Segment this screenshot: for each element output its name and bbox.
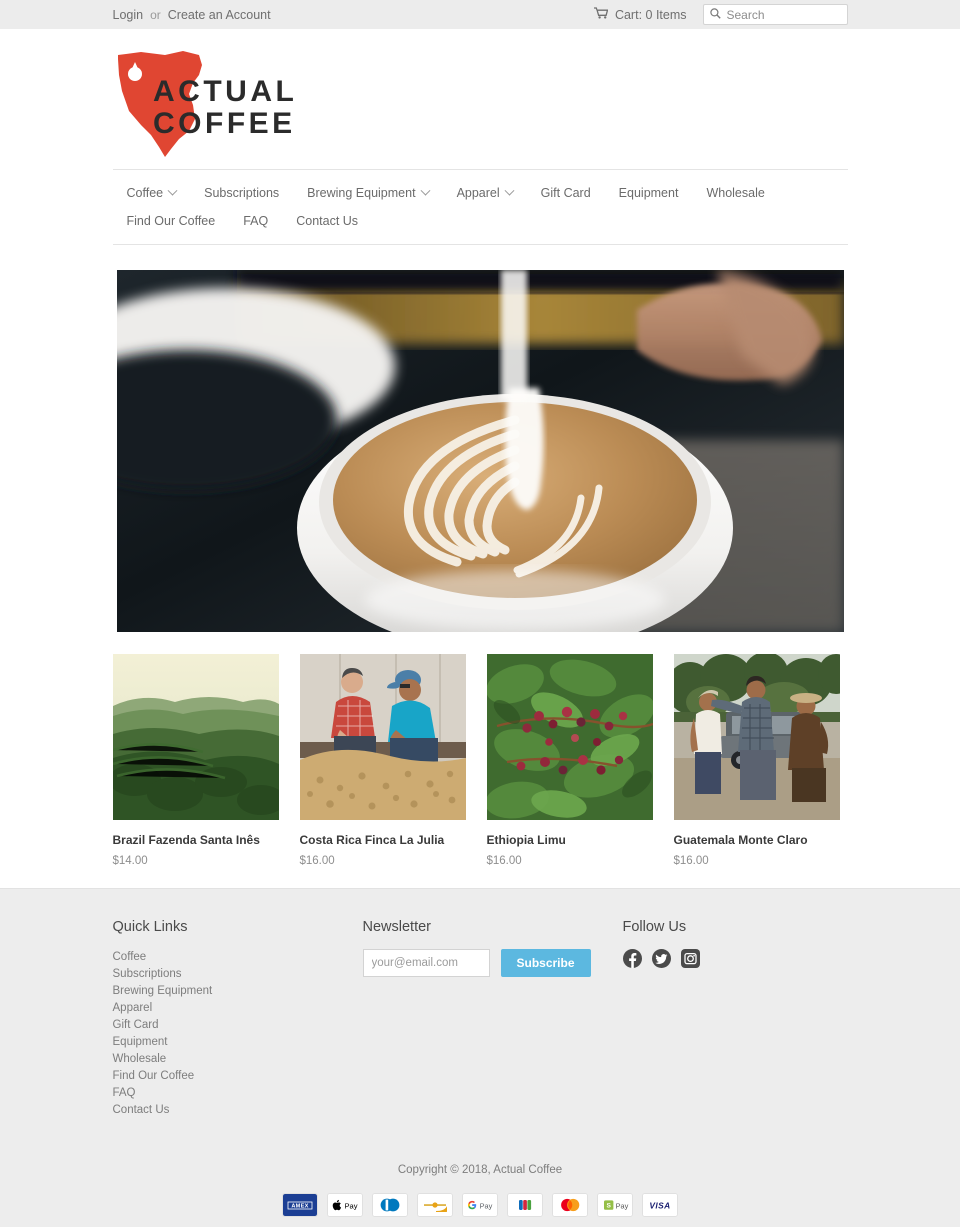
newsletter-email-input[interactable] — [362, 948, 490, 977]
nav-item-contact-us[interactable]: Contact Us — [282, 207, 372, 235]
nav-item-label: Coffee — [126, 186, 164, 200]
nav-item-label: Subscriptions — [204, 186, 280, 200]
svg-text:Pay: Pay — [480, 1201, 493, 1210]
mastercard-icon — [552, 1192, 588, 1217]
nav-item-label: Find Our Coffee — [126, 214, 216, 228]
product-grid: Brazil Fazenda Santa Inês $14.00 Costa R… — [112, 654, 848, 867]
utility-bar: Login or Create an Account Cart: 0 Items — [0, 0, 960, 29]
product-card[interactable]: Brazil Fazenda Santa Inês $14.00 — [112, 654, 279, 867]
ohio-outline-icon: ACTUAL COFFEE — [117, 51, 295, 157]
login-separator: or — [150, 7, 161, 22]
quick-link-item[interactable]: Apparel — [113, 1000, 363, 1017]
product-title: Costa Rica Finca La Julia — [299, 833, 445, 847]
logo-text-line1: ACTUAL — [153, 75, 295, 108]
shopping-cart-icon — [593, 7, 609, 22]
product-image[interactable] — [112, 654, 279, 820]
instagram-icon[interactable] — [680, 948, 700, 968]
login-link[interactable]: Login — [113, 8, 144, 22]
shop-pay-icon: S Pay — [597, 1192, 633, 1217]
product-price: $14.00 — [112, 854, 148, 867]
newsletter-column: Newsletter Subscribe — [362, 918, 623, 1119]
chevron-down-icon — [504, 185, 515, 196]
discover-icon — [417, 1192, 453, 1217]
svg-text:Pay: Pay — [344, 1201, 357, 1210]
product-price: $16.00 — [299, 854, 335, 867]
cart-link[interactable]: Cart: 0 Items — [593, 7, 687, 22]
quick-link-item[interactable]: Contact Us — [113, 1102, 363, 1119]
subscribe-button[interactable]: Subscribe — [500, 948, 591, 977]
quick-link-item[interactable]: Subscriptions — [113, 966, 363, 983]
apple-pay-icon: Pay — [327, 1192, 363, 1217]
google-pay-icon: Pay — [462, 1192, 498, 1217]
create-account-link[interactable]: Create an Account — [168, 8, 271, 22]
visa-icon: VISA — [642, 1192, 678, 1217]
nav-item-label: Wholesale — [706, 186, 765, 200]
nav-item-label: Brewing Equipment — [307, 186, 416, 200]
product-image[interactable] — [673, 654, 840, 820]
hero-banner[interactable] — [116, 270, 844, 632]
nav-item-wholesale[interactable]: Wholesale — [692, 179, 778, 207]
copyright-text: Copyright © 2018, Actual Coffee — [397, 1163, 563, 1176]
product-card[interactable]: Costa Rica Finca La Julia $16.00 — [299, 654, 466, 867]
quick-link-item[interactable]: Equipment — [113, 1034, 363, 1051]
product-card[interactable]: Ethiopia Limu $16.00 — [486, 654, 653, 867]
nav-item-label: FAQ — [243, 214, 269, 228]
product-image[interactable] — [486, 654, 653, 820]
product-title: Guatemala Monte Claro — [673, 833, 808, 847]
nav-item-label: Apparel — [456, 186, 500, 200]
site-footer: Quick Links Coffee Subscriptions Brewing E… — [0, 887, 960, 1227]
quick-links-heading: Quick Links — [112, 918, 188, 935]
newsletter-heading: Newsletter — [362, 918, 432, 935]
nav-item-faq[interactable]: FAQ — [229, 207, 282, 235]
nav-item-apparel[interactable]: Apparel — [443, 179, 527, 207]
product-price: $16.00 — [486, 854, 522, 867]
logo-text-line2: COFFEE — [153, 107, 295, 140]
product-card[interactable]: Guatemala Monte Claro $16.00 — [673, 654, 840, 867]
nav-item-equipment[interactable]: Equipment — [605, 179, 693, 207]
quick-links-column: Quick Links Coffee Subscriptions Brewing E… — [113, 919, 363, 1119]
search-input[interactable] — [726, 7, 837, 22]
chevron-down-icon — [420, 185, 431, 196]
quick-link-item[interactable]: Brewing Equipment — [113, 983, 363, 1000]
nav-item-subscriptions[interactable]: Subscriptions — [190, 179, 293, 207]
search-icon — [709, 7, 721, 22]
product-title: Brazil Fazenda Santa Inês — [112, 833, 260, 847]
svg-text:S: S — [606, 1202, 611, 1209]
quick-link-item[interactable]: Find Our Coffee — [113, 1068, 363, 1085]
logo[interactable]: ACTUAL COFFEE — [113, 49, 295, 159]
site-header: ACTUAL COFFEE — [113, 29, 848, 169]
svg-text:VISA: VISA — [649, 1200, 670, 1210]
nav-item-label: Gift Card — [540, 186, 591, 200]
account-links: Login or Create an Account — [113, 8, 271, 22]
nav-item-label: Equipment — [618, 186, 679, 200]
product-title: Ethiopia Limu — [486, 833, 566, 847]
follow-us-heading: Follow Us — [622, 918, 687, 935]
jcb-icon — [507, 1192, 543, 1217]
facebook-icon[interactable] — [622, 948, 642, 968]
twitter-icon[interactable] — [651, 948, 671, 968]
cart-label: Cart: 0 Items — [614, 7, 687, 22]
svg-text:AMEX: AMEX — [291, 1203, 308, 1209]
payment-methods: AMEX Pay Pay S Pay VISA — [0, 1192, 960, 1217]
search-box[interactable] — [702, 4, 848, 25]
quick-link-item[interactable]: Coffee — [113, 949, 363, 966]
amex-icon: AMEX — [282, 1192, 318, 1217]
nav-item-brewing-equipment[interactable]: Brewing Equipment — [293, 179, 442, 207]
follow-us-column: Follow Us — [622, 918, 848, 1119]
main-navigation: Coffee Subscriptions Brewing Equipment Appa… — [112, 169, 848, 245]
quick-link-item[interactable]: Gift Card — [113, 1017, 363, 1034]
nav-item-coffee[interactable]: Coffee — [113, 179, 191, 207]
product-image[interactable] — [299, 654, 466, 820]
nav-item-label: Contact Us — [296, 214, 359, 228]
chevron-down-icon — [167, 185, 178, 196]
quick-links-list: Coffee Subscriptions Brewing Equipment Appa… — [113, 949, 363, 1119]
quick-link-item[interactable]: Wholesale — [113, 1051, 363, 1068]
nav-item-gift-card[interactable]: Gift Card — [527, 179, 605, 207]
svg-text:Pay: Pay — [616, 1201, 629, 1210]
diners-club-icon — [372, 1192, 408, 1217]
product-price: $16.00 — [673, 854, 709, 867]
quick-link-item[interactable]: FAQ — [113, 1085, 363, 1102]
nav-item-find-our-coffee[interactable]: Find Our Coffee — [113, 207, 230, 235]
